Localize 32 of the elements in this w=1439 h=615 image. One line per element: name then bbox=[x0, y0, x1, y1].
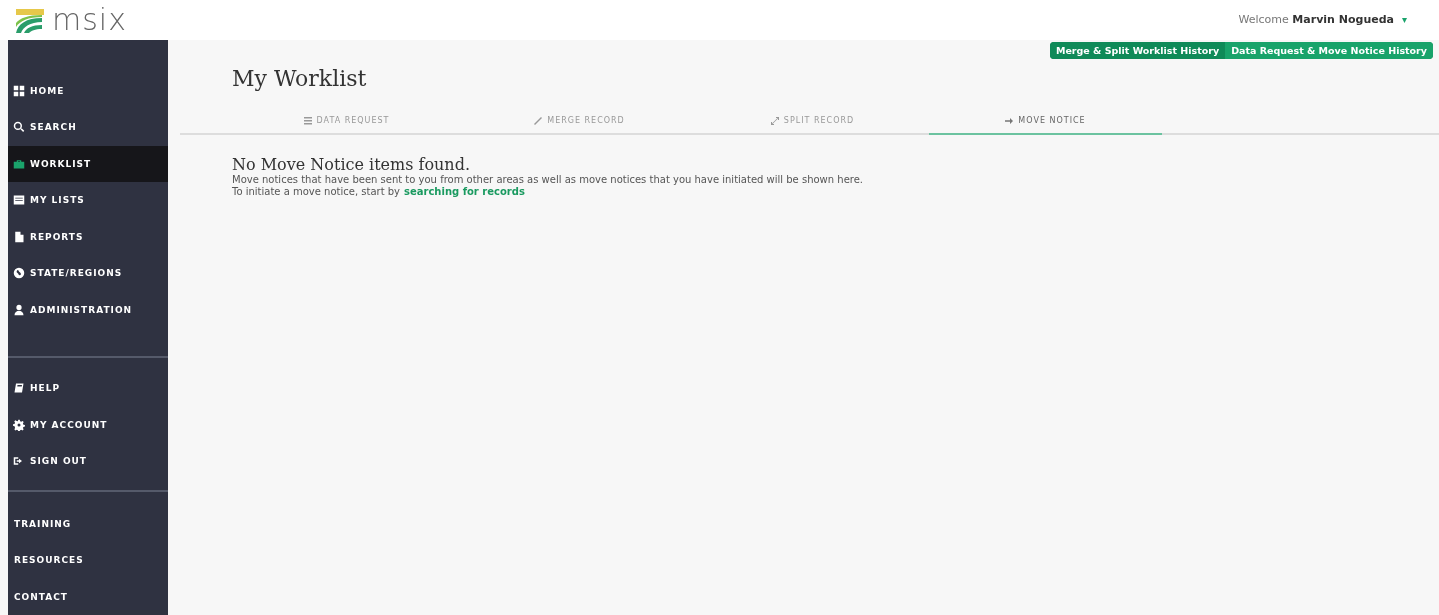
tab[interactable]: MOVE NOTICE bbox=[929, 108, 1162, 135]
expand-icon bbox=[770, 116, 779, 125]
nav-item[interactable]: ADMINISTRATION bbox=[8, 291, 168, 328]
briefcase-icon bbox=[13, 157, 25, 170]
nav-item[interactable]: TRAINING bbox=[8, 505, 168, 542]
nav-item[interactable]: CONTACT bbox=[8, 578, 168, 615]
nav-item[interactable]: MY ACCOUNT bbox=[8, 406, 168, 443]
grid-icon bbox=[13, 84, 25, 97]
nav-item[interactable]: MY LISTS bbox=[8, 182, 168, 219]
prompt-text: To initiate a move notice, start by bbox=[232, 185, 400, 197]
logo-icon bbox=[14, 6, 46, 33]
document-icon bbox=[13, 230, 25, 243]
nav-item[interactable]: WORKLIST bbox=[8, 145, 168, 182]
user-icon bbox=[13, 303, 25, 316]
nav-item[interactable]: RESOURCES bbox=[8, 542, 168, 579]
nav-item[interactable]: HELP bbox=[8, 370, 168, 407]
welcome-text[interactable]: Welcome Marvin Nogueda bbox=[1238, 13, 1394, 27]
nav-item[interactable]: STATE/REGIONS bbox=[8, 255, 168, 292]
book-icon bbox=[13, 382, 25, 395]
list-icon bbox=[303, 116, 312, 125]
page-title: My Worklist bbox=[232, 65, 368, 91]
nav-item[interactable]: REPORTS bbox=[8, 218, 168, 255]
empty-text: Move notices that have been sent to you from other areas as well as move notices that you have initiated will be shown here. bbox=[232, 173, 864, 186]
gear-icon bbox=[13, 418, 25, 431]
nav-item[interactable]: HOME bbox=[8, 72, 168, 109]
logo-text: msix bbox=[52, 2, 127, 38]
arrow-icon bbox=[1005, 116, 1014, 125]
nav-item[interactable]: SEARCH bbox=[8, 109, 168, 146]
list-icon bbox=[13, 194, 25, 207]
nav-item[interactable]: SIGN OUT bbox=[8, 443, 168, 480]
search-icon bbox=[13, 121, 25, 134]
empty-heading: No Move Notice items found. bbox=[232, 154, 471, 174]
